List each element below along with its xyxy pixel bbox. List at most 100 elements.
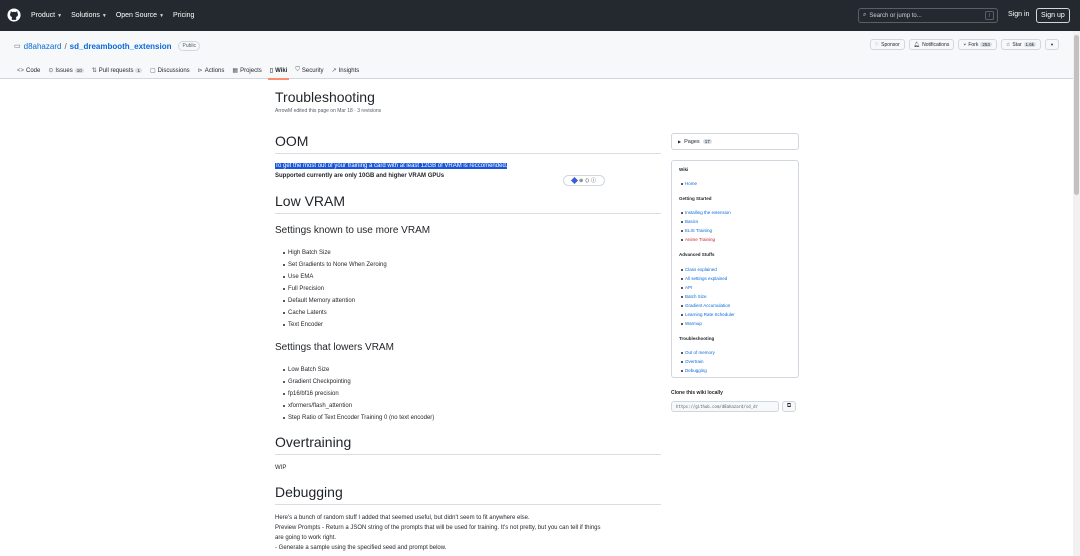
- search-placeholder: Search or jump to...: [869, 12, 922, 19]
- star-dropdown-button[interactable]: ▼: [1045, 39, 1059, 50]
- list-item: Gradient Checkpointing: [283, 376, 434, 388]
- extension-diamond-icon[interactable]: [570, 176, 578, 185]
- divider: [275, 454, 661, 455]
- divider: [275, 504, 661, 505]
- tab-wiki-label: Wiki: [275, 67, 288, 74]
- tab-code[interactable]: <> Code: [17, 62, 40, 79]
- tab-pull-requests-label: Pull requests: [98, 67, 134, 74]
- toc-section-title: Getting Started: [679, 196, 712, 201]
- fork-icon: ⑂: [963, 41, 967, 48]
- toc-link[interactable]: Overtrain: [681, 359, 704, 364]
- discussion-icon: ▢: [149, 68, 156, 74]
- list-item: Default Memory attention: [283, 295, 387, 307]
- repo-owner-link[interactable]: d8ahazard: [24, 42, 62, 51]
- heading-oom: OOM: [275, 133, 309, 149]
- heart-icon: ♡: [874, 41, 880, 48]
- sign-up-button[interactable]: Sign up: [1036, 8, 1070, 23]
- toc-section-title: Wiki: [679, 167, 689, 172]
- toc-link[interactable]: Debugging: [681, 368, 707, 373]
- issue-icon: ⊙: [48, 68, 54, 74]
- wiki-edit-meta: ArrowM edited this page on Mar 18 · 3 re…: [275, 108, 382, 114]
- paragraph-supported-gpus: Supported currently are only 10GB and hi…: [275, 173, 445, 179]
- tab-discussions[interactable]: ▢ Discussions: [150, 62, 190, 79]
- help-icon[interactable]: ⓘ: [591, 177, 596, 184]
- triangle-right-icon: ▶: [678, 139, 682, 144]
- search-shortcut-key: /: [985, 11, 994, 20]
- code-icon: <>: [17, 67, 25, 74]
- repo-separator: /: [64, 41, 67, 51]
- chevron-down-icon: ▼: [1050, 42, 1054, 47]
- toc-link[interactable]: Home: [680, 181, 697, 186]
- divider: [275, 153, 661, 154]
- star-button[interactable]: ☆ Star 1.6k: [1000, 39, 1042, 50]
- toc-link[interactable]: API: [680, 285, 692, 290]
- list-item: Cache Latents: [283, 307, 387, 319]
- actions-icon: ⊳: [197, 68, 203, 74]
- toc-link[interactable]: ELIS Training: [680, 228, 712, 233]
- toc-link[interactable]: Gradient Accumulation: [680, 303, 730, 308]
- repo-tabs: <> Code ⊙ Issues 10 ⇅ Pull requests 1 ▢ Discus…: [17, 62, 360, 80]
- tab-insights[interactable]: ↗ Insights: [332, 62, 360, 79]
- nav-pricing[interactable]: Pricing: [173, 12, 194, 19]
- repo-title: ▭ d8ahazard / sd_dreambooth_extension Pu…: [14, 41, 201, 51]
- tab-pull-requests-count: 1: [135, 68, 142, 73]
- tab-insights-label: Insights: [338, 67, 360, 74]
- tab-security[interactable]: ⛉ Security: [295, 62, 323, 79]
- more-vram-list: High Batch Size Set Gradients to None Wh…: [283, 247, 387, 331]
- tab-actions-label: Actions: [204, 67, 225, 74]
- projects-icon: ▦: [232, 68, 239, 74]
- tab-code-label: Code: [26, 67, 41, 74]
- toc-link-missing[interactable]: Anime Training: [680, 237, 715, 242]
- tab-issues-count: 10: [74, 68, 84, 73]
- notifications-label: Notifications: [922, 41, 950, 48]
- toc-link[interactable]: Out of memory: [681, 350, 715, 355]
- toc-link[interactable]: Warmup: [681, 321, 702, 326]
- sponsor-label: Sponsor: [881, 41, 900, 48]
- copy-button[interactable]: ⧉: [782, 401, 796, 412]
- nav-solutions[interactable]: Solutions ▼: [71, 12, 107, 19]
- repo-actions: ♡ Sponsor 🔔︎ Notifications ⑂ Fork 253 ☆ Star 1…: [869, 39, 1059, 50]
- nav-pricing-label: Pricing: [173, 12, 195, 19]
- toc-link[interactable]: Installing the extension: [681, 210, 731, 215]
- paragraph-wip: WIP: [275, 465, 287, 471]
- star-icon: ☆: [1005, 41, 1011, 48]
- nav-product[interactable]: Product ▼: [31, 12, 62, 19]
- toc-link[interactable]: All settings explained: [680, 276, 727, 281]
- list-item: Step Ratio of Text Encoder Training 0 (n…: [283, 412, 434, 424]
- list-item: Use EMA: [283, 271, 387, 283]
- search-icon: ⌕: [863, 12, 867, 18]
- sponsor-button[interactable]: ♡ Sponsor: [869, 39, 905, 50]
- star-count: 1.6k: [1023, 42, 1037, 47]
- github-logo-icon[interactable]: [7, 8, 21, 22]
- selection-toolbar[interactable]: ⊕ ⟨⟩ ⓘ: [563, 175, 605, 186]
- global-header: Product ▼ Solutions ▼ Open Source ▼ Pricing…: [0, 0, 1080, 31]
- sign-in-link[interactable]: Sign in: [1008, 11, 1029, 18]
- list-item: Text Encoder: [283, 319, 387, 331]
- tab-issues[interactable]: ⊙ Issues 10: [48, 62, 84, 79]
- scrollbar-thumb[interactable]: [1074, 35, 1079, 195]
- pages-toggle[interactable]: ▶ Pages 17: [671, 133, 799, 150]
- tab-actions[interactable]: ⊳ Actions: [198, 62, 225, 79]
- repo-name-link[interactable]: sd_dreambooth_extension: [70, 42, 172, 51]
- nav-open-source-label: Open Source: [115, 12, 158, 19]
- toc-link[interactable]: Basics: [680, 219, 698, 224]
- code-icon[interactable]: ⟨⟩: [585, 178, 589, 184]
- list-item: High Batch Size: [283, 247, 387, 259]
- nav-open-source[interactable]: Open Source ▼: [116, 12, 164, 19]
- paragraph-debug-4: - Generate a sample using the specified …: [275, 545, 447, 551]
- toc-link[interactable]: Batch Size: [681, 294, 707, 299]
- clone-url-input[interactable]: https://github.com/d8ahazard/sd_dr: [671, 401, 779, 412]
- chevron-down-icon: ▼: [159, 12, 165, 19]
- repo-icon: ▭: [14, 43, 21, 50]
- tab-wiki[interactable]: ▯ Wiki: [267, 62, 289, 80]
- globe-icon[interactable]: ⊕: [579, 178, 583, 184]
- lowers-vram-list: Low Batch Size Gradient Checkpointing fp…: [283, 364, 434, 424]
- toc-link[interactable]: Class explained: [681, 267, 717, 272]
- tab-projects[interactable]: ▦ Projects: [232, 62, 261, 79]
- toc-link[interactable]: Learning Rate Scheduler: [681, 312, 735, 317]
- tab-pull-requests[interactable]: ⇅ Pull requests 1: [92, 62, 142, 79]
- heading-low-vram: Low VRAM: [275, 193, 346, 209]
- fork-button[interactable]: ⑂ Fork 253: [958, 39, 997, 50]
- search-input[interactable]: ⌕ Search or jump to... /: [858, 8, 998, 23]
- notifications-button[interactable]: 🔔︎ Notifications: [908, 39, 955, 50]
